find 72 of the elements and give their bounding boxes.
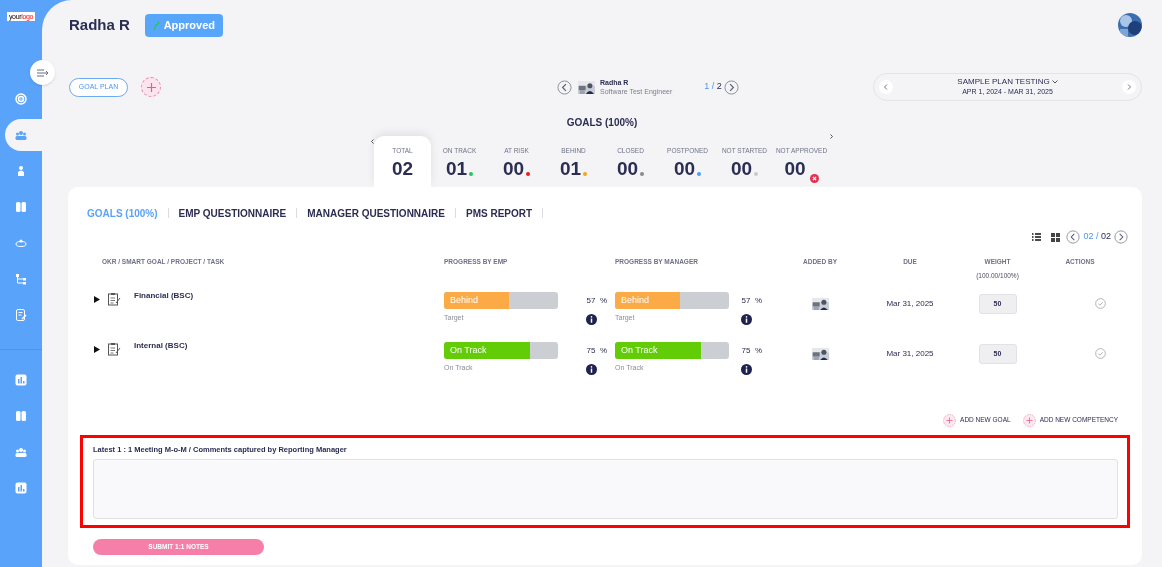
user-avatar[interactable] [1118, 13, 1142, 37]
check-circle-icon[interactable] [1094, 348, 1106, 359]
chart-icon [15, 374, 27, 386]
cycle-icon [15, 237, 27, 249]
goal-name[interactable]: Financial (BSC) [134, 290, 194, 302]
stat-value: 01 [559, 156, 582, 181]
sidebar-item[interactable] [5, 119, 42, 151]
progress-fill: On Track [444, 342, 530, 359]
check-circle-icon[interactable] [1094, 298, 1106, 309]
collapse-icon [36, 68, 49, 77]
chevron-right-icon [1126, 84, 1132, 90]
progress-fill: Behind [615, 292, 680, 309]
progress-percent: 57 % [586, 295, 607, 307]
notes-field[interactable] [93, 459, 1118, 520]
book-icon [15, 201, 27, 213]
status-badge: Approved [144, 13, 223, 37]
next-plan-button[interactable] [1122, 80, 1136, 94]
expand-icon[interactable] [94, 295, 100, 303]
page-indicator: 1 / 2 [704, 80, 722, 94]
progress-percent: 75 % [741, 345, 762, 357]
edit-document-icon [15, 309, 27, 321]
target-icon [15, 93, 27, 105]
info-icon[interactable] [741, 314, 752, 325]
error-icon [809, 173, 819, 183]
team-icon [15, 446, 27, 458]
expand-icon[interactable] [94, 345, 100, 353]
clipboard-icon [107, 342, 121, 356]
stat-value: 02 [391, 156, 414, 181]
chart-icon [15, 482, 27, 494]
progress-fill: Behind [444, 292, 509, 309]
dropdown-icon [1051, 80, 1058, 84]
add-button[interactable] [141, 77, 161, 97]
tab[interactable]: PMS REPORT [466, 205, 533, 221]
info-icon[interactable] [741, 364, 752, 375]
grid-view-icon[interactable] [1051, 232, 1061, 242]
due-date: Mar 31, 2025 [886, 298, 934, 310]
clipboard-icon [107, 292, 121, 306]
goals-title: GOALS (100%) [566, 116, 638, 129]
progress-percent: 57 % [741, 295, 762, 307]
stat-value: 00 [730, 156, 753, 181]
tab[interactable]: MANAGER QUESTIONNAIRE [307, 205, 445, 221]
stat-value: 00 [616, 156, 639, 181]
next-page-button[interactable] [1114, 230, 1128, 244]
book-icon [15, 410, 27, 422]
team-icon [15, 129, 27, 141]
plus-icon [943, 413, 957, 427]
scroll-left-icon[interactable] [371, 139, 374, 144]
stat-value: 01 [445, 156, 468, 181]
chevron-left-icon [883, 84, 889, 90]
goal-name[interactable]: Internal (BSC) [134, 340, 188, 352]
page-indicator: 02 / 02 [1083, 230, 1111, 244]
info-icon[interactable] [586, 364, 597, 375]
stat-value: 00 [784, 156, 806, 181]
previous-button[interactable] [557, 79, 572, 95]
next-button[interactable] [723, 79, 739, 95]
plus-icon [146, 82, 156, 92]
info-icon[interactable] [586, 314, 597, 325]
employee-name: Radha R [69, 14, 130, 35]
plus-icon [1022, 413, 1036, 427]
previous-page-button[interactable] [1066, 230, 1081, 244]
due-date: Mar 31, 2025 [886, 348, 934, 360]
scroll-right-icon[interactable] [830, 134, 833, 139]
list-view-icon[interactable] [1032, 233, 1042, 241]
previous-plan-button[interactable] [879, 80, 893, 94]
progress-percent: 75 % [586, 345, 607, 357]
plan-name: SAMPLE PLAN TESTING [957, 77, 1050, 87]
tab[interactable]: EMP QUESTIONNAIRE [178, 205, 287, 221]
hierarchy-icon [15, 273, 27, 285]
progress-fill: On Track [615, 342, 701, 359]
stat-value: 00 [502, 156, 525, 181]
stat-value: 00 [673, 156, 696, 181]
person-icon [15, 165, 27, 177]
